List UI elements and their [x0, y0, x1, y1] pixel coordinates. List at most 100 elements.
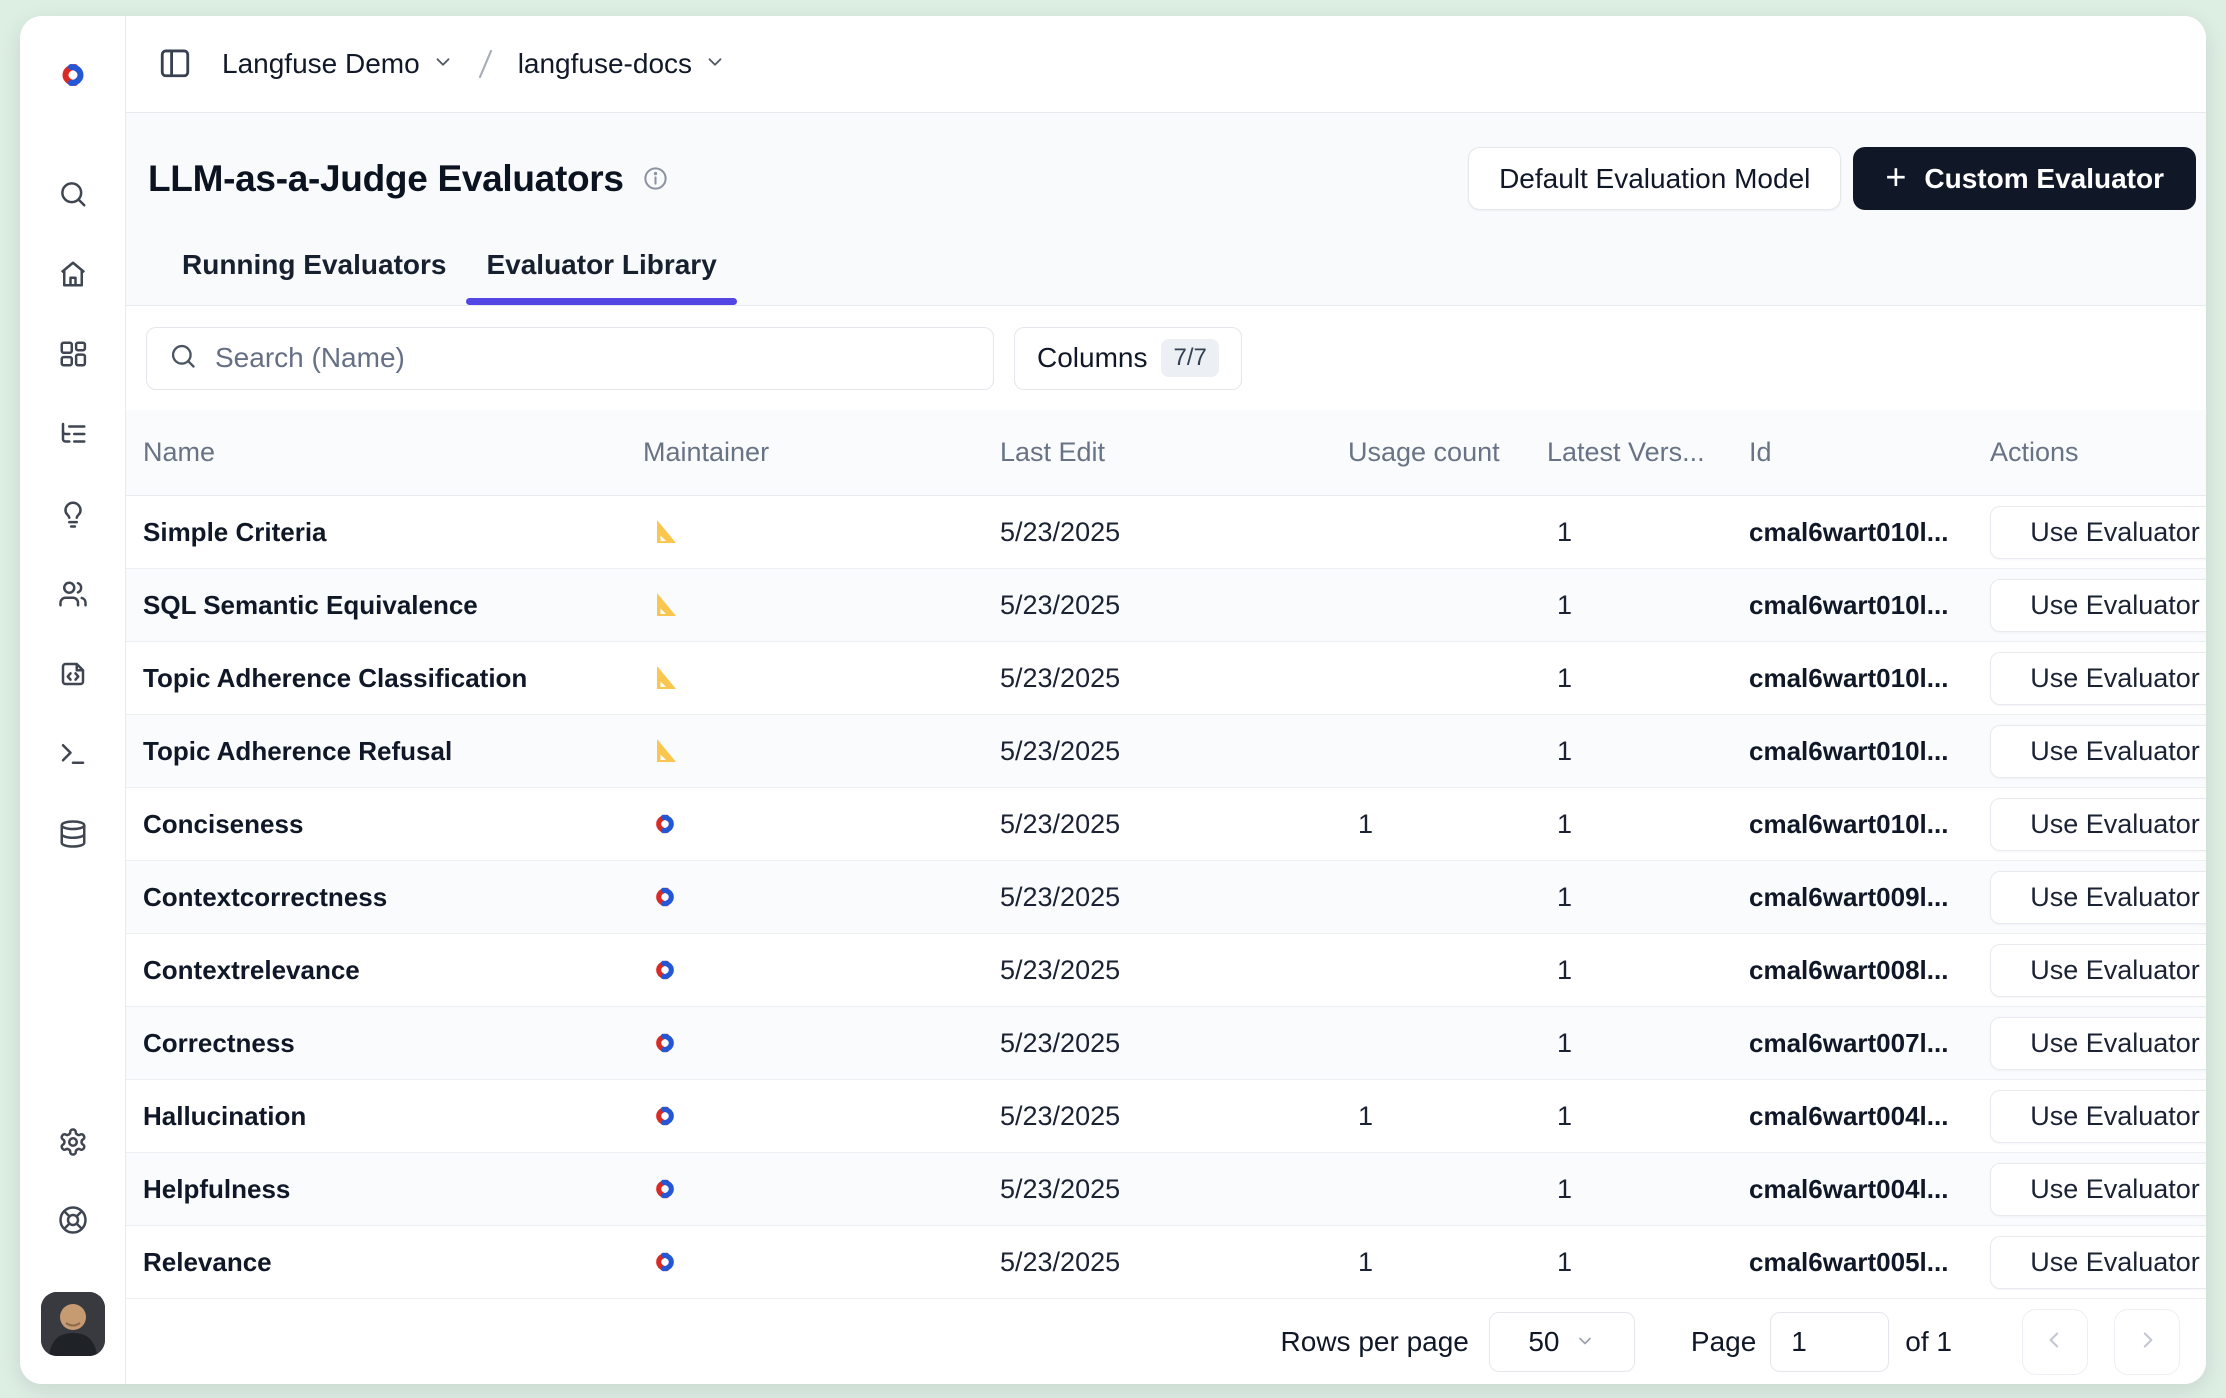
last-edit: 5/23/2025: [1000, 663, 1348, 694]
evaluator-id: cmal6wart010l...: [1749, 663, 1990, 694]
maintainer-cell: [643, 1247, 1000, 1277]
column-header-maintainer: Maintainer: [643, 437, 1000, 468]
maintainer-cell: [643, 590, 1000, 620]
sidebar-item-users[interactable]: [56, 580, 90, 610]
table-row[interactable]: Correctness 5/23/2025 1 cmal6wart007l...…: [126, 1007, 2206, 1080]
latest-version: 1: [1547, 590, 1749, 621]
table-row[interactable]: Relevance 5/23/2025 1 1 cmal6wart005l...…: [126, 1226, 2206, 1299]
use-evaluator-button[interactable]: Use Evaluator: [1990, 944, 2206, 997]
sidebar-item-settings[interactable]: [56, 1128, 90, 1158]
project-selector[interactable]: langfuse-docs: [518, 48, 726, 80]
sidebar-item-tracing[interactable]: [56, 420, 90, 450]
latest-version: 1: [1547, 809, 1749, 840]
table-row[interactable]: Helpfulness 5/23/2025 1 cmal6wart004l...…: [126, 1153, 2206, 1226]
use-evaluator-button[interactable]: Use Evaluator: [1990, 725, 2206, 778]
column-header-name: Name: [143, 437, 643, 468]
page-header: LLM-as-a-Judge Evaluators Default Evalua…: [126, 113, 2206, 306]
columns-button[interactable]: Columns 7/7: [1014, 327, 1242, 390]
last-edit: 5/23/2025: [1000, 1247, 1348, 1278]
actions-cell: Use Evaluator: [1990, 798, 2206, 851]
langfuse-maintainer-icon: [649, 1174, 681, 1204]
use-evaluator-button[interactable]: Use Evaluator: [1990, 1236, 2206, 1289]
table-row[interactable]: Simple Criteria 5/23/2025 1 cmal6wart010…: [126, 496, 2206, 569]
sidebar-item-prompts[interactable]: [56, 500, 90, 530]
chevron-right-icon: [2134, 1327, 2160, 1356]
page-label: Page: [1691, 1326, 1756, 1358]
langfuse-maintainer-icon: [649, 955, 681, 985]
sidebar-item-support[interactable]: [56, 1206, 90, 1236]
tab-running-evaluators[interactable]: Running Evaluators: [162, 249, 466, 305]
sidebar-item-datasets[interactable]: [56, 660, 90, 690]
table-row[interactable]: Topic Adherence Classification 5/23/2025…: [126, 642, 2206, 715]
actions-cell: Use Evaluator: [1990, 1163, 2206, 1216]
evaluator-name: Contextrelevance: [143, 955, 643, 986]
use-evaluator-button[interactable]: Use Evaluator: [1990, 506, 2206, 559]
default-evaluation-model-button[interactable]: Default Evaluation Model: [1468, 147, 1841, 210]
table-row[interactable]: SQL Semantic Equivalence 5/23/2025 1 cma…: [126, 569, 2206, 642]
previous-page-button[interactable]: [2022, 1309, 2088, 1375]
usage-count: 1: [1348, 1247, 1547, 1278]
sidebar-item-dashboards[interactable]: [56, 340, 90, 370]
home-icon: [58, 259, 88, 292]
breadcrumb-separator: [474, 46, 498, 82]
sidebar-item-home[interactable]: [56, 260, 90, 290]
evaluator-id: cmal6wart004l...: [1749, 1174, 1990, 1205]
use-evaluator-button[interactable]: Use Evaluator: [1990, 1090, 2206, 1143]
latest-version: 1: [1547, 1101, 1749, 1132]
rows-per-page-value: 50: [1528, 1326, 1559, 1358]
last-edit: 5/23/2025: [1000, 517, 1348, 548]
evaluator-name: Topic Adherence Refusal: [143, 736, 643, 767]
page-number-input[interactable]: [1770, 1312, 1889, 1372]
info-icon[interactable]: [642, 165, 669, 192]
file-code-icon: [58, 659, 88, 692]
evaluator-name: Simple Criteria: [143, 517, 643, 548]
next-page-button[interactable]: [2114, 1309, 2180, 1375]
evaluator-id: cmal6wart010l...: [1749, 736, 1990, 767]
rows-per-page-label: Rows per page: [1281, 1326, 1469, 1358]
table-row[interactable]: Hallucination 5/23/2025 1 1 cmal6wart004…: [126, 1080, 2206, 1153]
terminal-icon: [58, 739, 88, 772]
search-input[interactable]: [215, 342, 993, 374]
user-avatar[interactable]: [41, 1292, 105, 1356]
table-header-row: Name Maintainer Last Edit Usage count La…: [126, 410, 2206, 496]
evaluator-name: Conciseness: [143, 809, 643, 840]
langfuse-maintainer-icon: [649, 1028, 681, 1058]
table-row[interactable]: Conciseness 5/23/2025 1 1 cmal6wart010l.…: [126, 788, 2206, 861]
use-evaluator-button[interactable]: Use Evaluator: [1990, 798, 2206, 851]
project-name: langfuse-docs: [518, 48, 692, 80]
sidebar-item-search[interactable]: [56, 180, 90, 210]
chevron-left-icon: [2042, 1327, 2068, 1356]
sidebar-item-database[interactable]: [56, 820, 90, 850]
last-edit: 5/23/2025: [1000, 736, 1348, 767]
toggle-sidebar-button[interactable]: [158, 46, 192, 83]
rows-per-page-select[interactable]: 50: [1489, 1312, 1635, 1372]
latest-version: 1: [1547, 517, 1749, 548]
table-body: Simple Criteria 5/23/2025 1 cmal6wart010…: [126, 496, 2206, 1299]
sidebar-bottom: [41, 1128, 105, 1384]
evaluator-name: Correctness: [143, 1028, 643, 1059]
evaluator-id: cmal6wart010l...: [1749, 590, 1990, 621]
latest-version: 1: [1547, 663, 1749, 694]
tab-evaluator-library[interactable]: Evaluator Library: [466, 249, 736, 305]
gear-icon: [58, 1127, 88, 1160]
last-edit: 5/23/2025: [1000, 1101, 1348, 1132]
use-evaluator-button[interactable]: Use Evaluator: [1990, 871, 2206, 924]
evaluator-name: Hallucination: [143, 1101, 643, 1132]
evaluator-name: Helpfulness: [143, 1174, 643, 1205]
use-evaluator-button[interactable]: Use Evaluator: [1990, 1163, 2206, 1216]
evaluator-id: cmal6wart010l...: [1749, 517, 1990, 548]
table-row[interactable]: Contextrelevance 5/23/2025 1 cmal6wart00…: [126, 934, 2206, 1007]
custom-evaluator-button[interactable]: + Custom Evaluator: [1853, 147, 2196, 210]
usage-count: 1: [1348, 1101, 1547, 1132]
last-edit: 5/23/2025: [1000, 955, 1348, 986]
sidebar-item-playground[interactable]: [56, 740, 90, 770]
table-row[interactable]: Contextcorrectness 5/23/2025 1 cmal6wart…: [126, 861, 2206, 934]
latest-version: 1: [1547, 736, 1749, 767]
use-evaluator-button[interactable]: Use Evaluator: [1990, 652, 2206, 705]
org-selector[interactable]: Langfuse Demo: [222, 48, 454, 80]
use-evaluator-button[interactable]: Use Evaluator: [1990, 1017, 2206, 1070]
use-evaluator-button[interactable]: Use Evaluator: [1990, 579, 2206, 632]
custom-evaluator-label: Custom Evaluator: [1924, 163, 2164, 195]
search-icon: [58, 179, 88, 212]
table-row[interactable]: Topic Adherence Refusal 5/23/2025 1 cmal…: [126, 715, 2206, 788]
